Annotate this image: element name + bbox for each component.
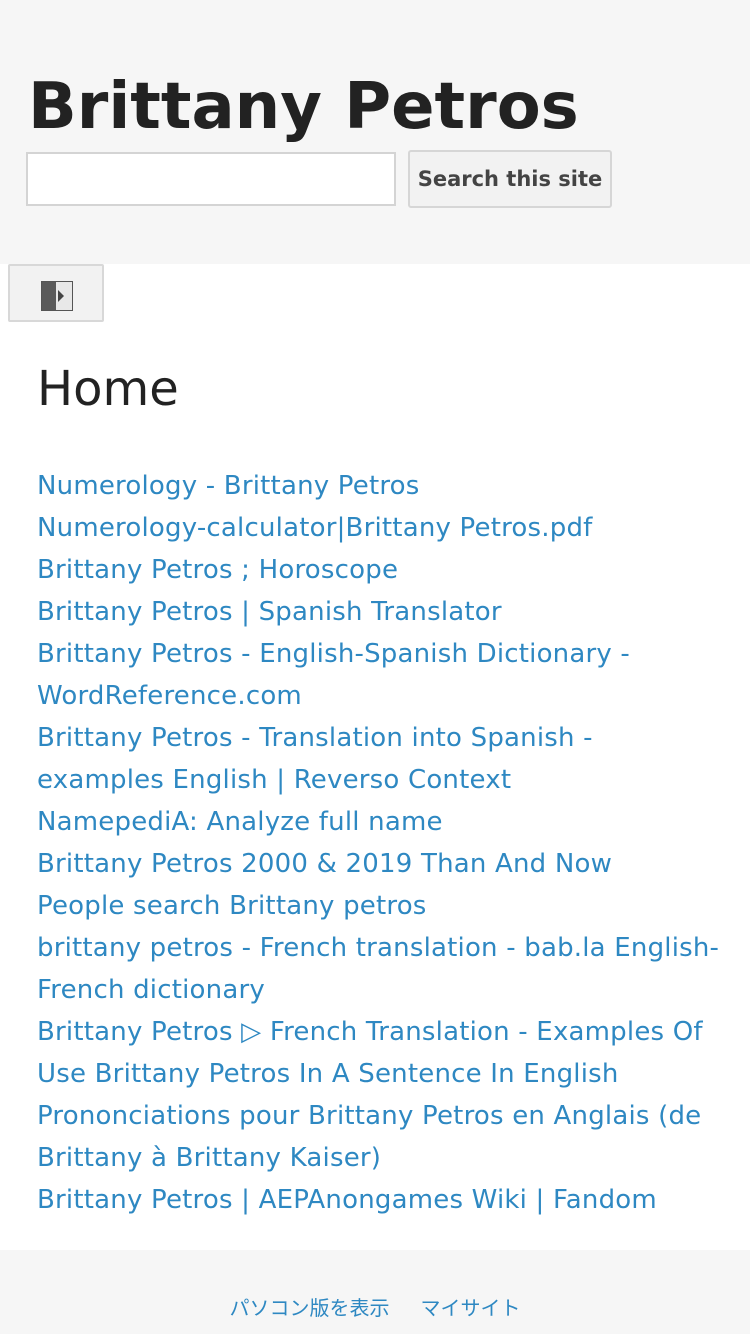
- list-item: Brittany Petros 2000 & 2019 Than And Now: [37, 843, 727, 885]
- page-title: Home: [37, 361, 179, 417]
- sidebar-toggle-button[interactable]: [8, 264, 104, 322]
- link-item[interactable]: Brittany Petros ; Horoscope: [37, 555, 398, 585]
- link-item[interactable]: NamepediA: Analyze full name: [37, 807, 443, 837]
- link-item[interactable]: Brittany Petros | AEPAnongames Wiki | Fa…: [37, 1185, 657, 1215]
- site-header: Brittany Petros Search this site: [0, 0, 750, 264]
- list-item: Brittany Petros ▷ French Translation - E…: [37, 1011, 727, 1095]
- site-footer: パソコン版を表示 マイサイト: [0, 1250, 750, 1334]
- link-item[interactable]: brittany petros - French translation - b…: [37, 933, 719, 1005]
- link-item[interactable]: Brittany Petros | Spanish Translator: [37, 597, 502, 627]
- list-item: Brittany Petros ; Horoscope: [37, 549, 727, 591]
- link-item[interactable]: Numerology-calculator|Brittany Petros.pd…: [37, 513, 593, 543]
- list-item: Numerology-calculator|Brittany Petros.pd…: [37, 507, 727, 549]
- link-item[interactable]: Numerology - Brittany Petros: [37, 471, 420, 501]
- search-button[interactable]: Search this site: [408, 150, 612, 208]
- pc-version-link[interactable]: パソコン版を表示: [229, 1296, 389, 1320]
- list-item: Brittany Petros - Translation into Spani…: [37, 717, 727, 801]
- list-item: NamepediA: Analyze full name: [37, 801, 727, 843]
- list-item: People search Brittany petros: [37, 885, 727, 927]
- sidebar-expand-icon: [41, 281, 73, 311]
- link-list: Numerology - Brittany Petros Numerology-…: [37, 465, 727, 1221]
- list-item: Brittany Petros | Spanish Translator: [37, 591, 727, 633]
- link-item[interactable]: Brittany Petros ▷ French Translation - E…: [37, 1017, 703, 1089]
- link-item[interactable]: Brittany Petros 2000 & 2019 Than And Now: [37, 849, 612, 879]
- list-item: Brittany Petros | AEPAnongames Wiki | Fa…: [37, 1179, 727, 1221]
- footer-links: パソコン版を表示 マイサイト: [0, 1292, 750, 1321]
- list-item: Prononciations pour Brittany Petros en A…: [37, 1095, 727, 1179]
- site-title[interactable]: Brittany Petros: [28, 64, 579, 150]
- link-item[interactable]: Brittany Petros - Translation into Spani…: [37, 723, 593, 795]
- link-item[interactable]: People search Brittany petros: [37, 891, 427, 921]
- list-item: Numerology - Brittany Petros: [37, 465, 727, 507]
- link-item[interactable]: Prononciations pour Brittany Petros en A…: [37, 1101, 701, 1173]
- my-site-link[interactable]: マイサイト: [421, 1296, 521, 1320]
- search-input[interactable]: [26, 152, 396, 206]
- list-item: brittany petros - French translation - b…: [37, 927, 727, 1011]
- link-item[interactable]: Brittany Petros - English-Spanish Dictio…: [37, 639, 630, 711]
- list-item: Brittany Petros - English-Spanish Dictio…: [37, 633, 727, 717]
